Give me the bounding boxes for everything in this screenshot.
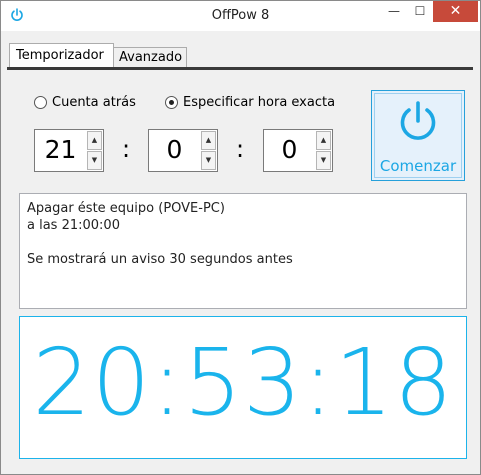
start-button-label: Comenzar (379, 157, 457, 175)
decrement-arrow-icon[interactable]: ▼ (316, 151, 331, 170)
time-separator: : (122, 135, 131, 163)
stepper-arrows: ▲ ▼ (316, 131, 331, 170)
increment-arrow-icon[interactable]: ▲ (316, 131, 331, 150)
maximize-button[interactable]: ☐ (407, 1, 433, 22)
tab-divider (7, 67, 473, 70)
info-line: a las 21:00:00 (27, 218, 120, 233)
seconds-stepper[interactable]: 0 ▲ ▼ (263, 129, 333, 172)
info-box: Apagar éste equipo (POVE-PC) a las 21:00… (19, 193, 467, 309)
decrement-arrow-icon[interactable]: ▼ (201, 151, 216, 170)
decrement-arrow-icon[interactable]: ▼ (87, 151, 102, 170)
tab-temporizador[interactable]: Temporizador (9, 43, 114, 67)
hours-value[interactable]: 21 (35, 135, 86, 164)
info-line: Se mostrará un aviso 30 segundos antes (27, 252, 293, 267)
stepper-arrows: ▲ ▼ (201, 131, 216, 170)
clock-display: 20:53:18 (19, 316, 467, 459)
minimize-button[interactable]: — (381, 1, 407, 22)
app-window: OffPow 8 — ☐ ✕ Temporizador Avanzado Cue… (0, 0, 481, 475)
info-line: Apagar éste equipo (POVE-PC) (27, 201, 225, 216)
radio-label: Especificar hora exacta (183, 95, 336, 110)
radio-selected-icon (165, 96, 178, 109)
tab-avanzado[interactable]: Avanzado (113, 47, 187, 67)
time-separator: : (236, 135, 245, 163)
start-button[interactable]: Comenzar (371, 90, 465, 181)
minutes-stepper[interactable]: 0 ▲ ▼ (148, 129, 218, 172)
close-button[interactable]: ✕ (433, 1, 478, 22)
radio-label: Cuenta atrás (52, 95, 136, 110)
clock-time: 20:53:18 (32, 329, 454, 436)
hours-stepper[interactable]: 21 ▲ ▼ (34, 129, 104, 172)
increment-arrow-icon[interactable]: ▲ (201, 131, 216, 150)
stepper-arrows: ▲ ▼ (87, 131, 102, 170)
minutes-value[interactable]: 0 (149, 135, 200, 164)
seconds-value[interactable]: 0 (264, 135, 315, 164)
title-bar: OffPow 8 — ☐ ✕ (1, 1, 480, 31)
radio-unselected-icon (34, 96, 47, 109)
power-icon (400, 101, 436, 140)
increment-arrow-icon[interactable]: ▲ (87, 131, 102, 150)
